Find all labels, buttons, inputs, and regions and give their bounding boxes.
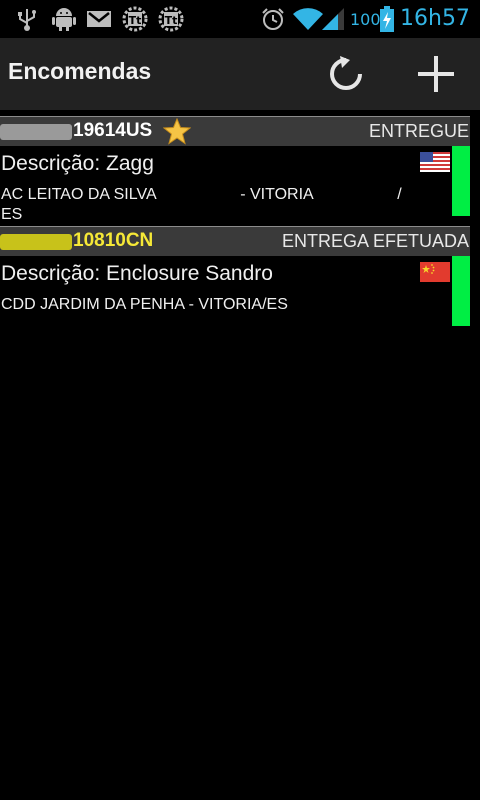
- signal-icon: [322, 8, 344, 30]
- china-flag-icon: [420, 262, 450, 282]
- add-icon: [418, 56, 454, 92]
- battery-level: 100: [350, 10, 381, 29]
- svg-text:Tt: Tt: [129, 14, 142, 27]
- redacted-code: [0, 124, 72, 140]
- refresh-icon: [330, 56, 362, 90]
- package-location: AC LEITAO DA SILVA - VITORIA / ES: [1, 185, 402, 225]
- usb-icon: [18, 9, 36, 31]
- alarm-icon: [262, 8, 284, 30]
- package-header: 10810CN ENTREGA EFETUADA: [0, 226, 470, 256]
- android-debug-icon: [52, 8, 76, 31]
- tracking-code: 19614US: [73, 120, 153, 141]
- package-list: 19614US ENTREGUE Descrição: Zagg AC LEIT…: [0, 110, 480, 330]
- app-notification-icon: Tt: [122, 6, 148, 32]
- package-description: Descrição: Enclosure Sandro: [1, 262, 273, 285]
- add-button[interactable]: [408, 48, 464, 100]
- list-item[interactable]: 10810CN ENTREGA EFETUADA Descrição: Encl…: [0, 220, 480, 330]
- redacted-code: [0, 234, 72, 250]
- page-title: Encomendas: [8, 58, 152, 84]
- delivery-status: ENTREGA EFETUADA: [281, 231, 469, 251]
- package-description: Descrição: Zagg: [1, 152, 154, 175]
- status-indicator: [452, 256, 470, 326]
- delivery-status: ENTREGUE: [368, 121, 469, 141]
- refresh-button[interactable]: [318, 48, 374, 100]
- package-location: CDD JARDIM DA PENHA - VITORIA/ES: [1, 295, 288, 315]
- battery-charging-icon: [380, 6, 394, 32]
- list-item[interactable]: 19614US ENTREGUE Descrição: Zagg AC LEIT…: [0, 110, 480, 223]
- star-icon[interactable]: [163, 118, 191, 145]
- status-bar: Tt Tt 100 16h57: [0, 0, 480, 38]
- svg-text:Tt: Tt: [165, 14, 178, 27]
- location-line-1: AC LEITAO DA SILVA - VITORIA /: [1, 186, 402, 203]
- action-bar: Encomendas: [0, 38, 480, 110]
- package-header: 19614US ENTREGUE: [0, 116, 470, 146]
- usa-flag-icon: [420, 152, 450, 172]
- app-notification-icon: Tt: [158, 6, 184, 32]
- tracking-code: 10810CN: [73, 230, 154, 251]
- clock: 16h57: [400, 6, 470, 31]
- gmail-icon: [87, 11, 111, 27]
- location-line-1: CDD JARDIM DA PENHA - VITORIA/ES: [1, 296, 288, 313]
- status-indicator: [452, 146, 470, 216]
